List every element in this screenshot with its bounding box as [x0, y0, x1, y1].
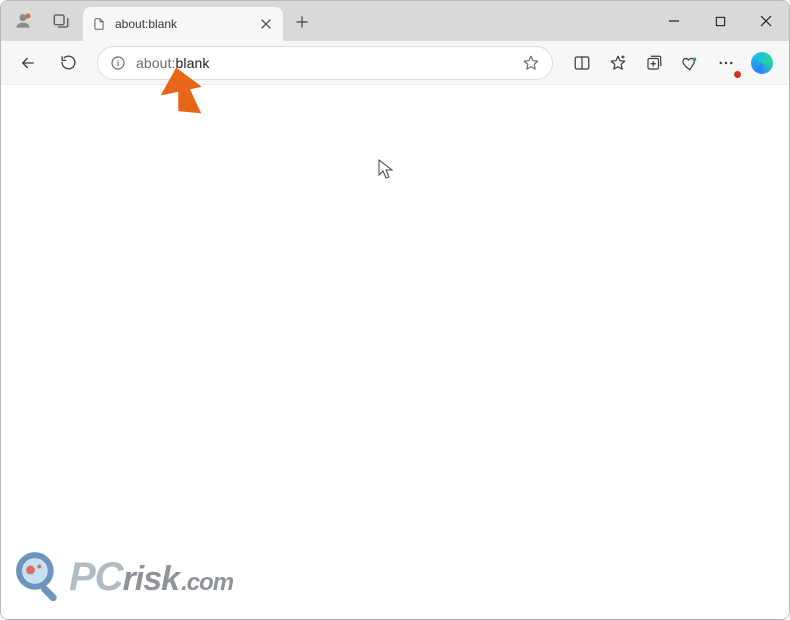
- back-button[interactable]: [11, 46, 45, 80]
- page-content: [1, 85, 789, 619]
- minimize-icon: [668, 15, 680, 27]
- copilot-button[interactable]: [745, 46, 779, 80]
- url-host-part: about:: [136, 55, 176, 71]
- maximize-button[interactable]: [697, 1, 743, 41]
- extension-icon: [681, 54, 699, 72]
- new-tab-button[interactable]: [287, 7, 317, 37]
- titlebar: about:blank: [1, 1, 789, 41]
- address-bar[interactable]: about:blank: [97, 46, 553, 80]
- extension-button[interactable]: [673, 46, 707, 80]
- minimize-button[interactable]: [651, 1, 697, 41]
- maximize-icon: [715, 16, 726, 27]
- url-path-part: blank: [176, 55, 210, 71]
- more-icon: [717, 54, 735, 72]
- profile-icon: [13, 11, 33, 31]
- close-icon: [261, 19, 271, 29]
- split-screen-button[interactable]: [565, 46, 599, 80]
- favorites-button[interactable]: [601, 46, 635, 80]
- more-button[interactable]: [709, 46, 743, 80]
- collections-icon: [645, 54, 663, 72]
- split-screen-icon: [573, 54, 591, 72]
- star-icon: [522, 54, 540, 72]
- site-info-button[interactable]: [108, 53, 128, 73]
- tab-actions-icon: [52, 12, 70, 30]
- favorite-button[interactable]: [520, 52, 542, 74]
- refresh-button[interactable]: [51, 46, 85, 80]
- collections-button[interactable]: [637, 46, 671, 80]
- favorites-icon: [609, 54, 627, 72]
- titlebar-left-controls: [1, 1, 77, 41]
- toolbar-right: [565, 46, 779, 80]
- refresh-icon: [60, 54, 77, 71]
- notification-dot-icon: [734, 71, 741, 78]
- url-text: about:blank: [136, 55, 512, 71]
- page-favicon-icon: [91, 16, 107, 32]
- close-icon: [760, 15, 772, 27]
- arrow-left-icon: [19, 54, 37, 72]
- close-window-button[interactable]: [743, 1, 789, 41]
- toolbar: about:blank: [1, 41, 789, 85]
- tab-actions-button[interactable]: [45, 5, 77, 37]
- plus-icon: [296, 16, 308, 28]
- browser-tab[interactable]: about:blank: [83, 7, 283, 41]
- info-icon: [110, 55, 126, 71]
- copilot-icon: [751, 52, 773, 74]
- window-controls: [651, 1, 789, 41]
- browser-window: about:blank: [0, 0, 790, 620]
- tab-close-button[interactable]: [257, 15, 275, 33]
- profile-button[interactable]: [7, 5, 39, 37]
- tab-title: about:blank: [115, 17, 249, 31]
